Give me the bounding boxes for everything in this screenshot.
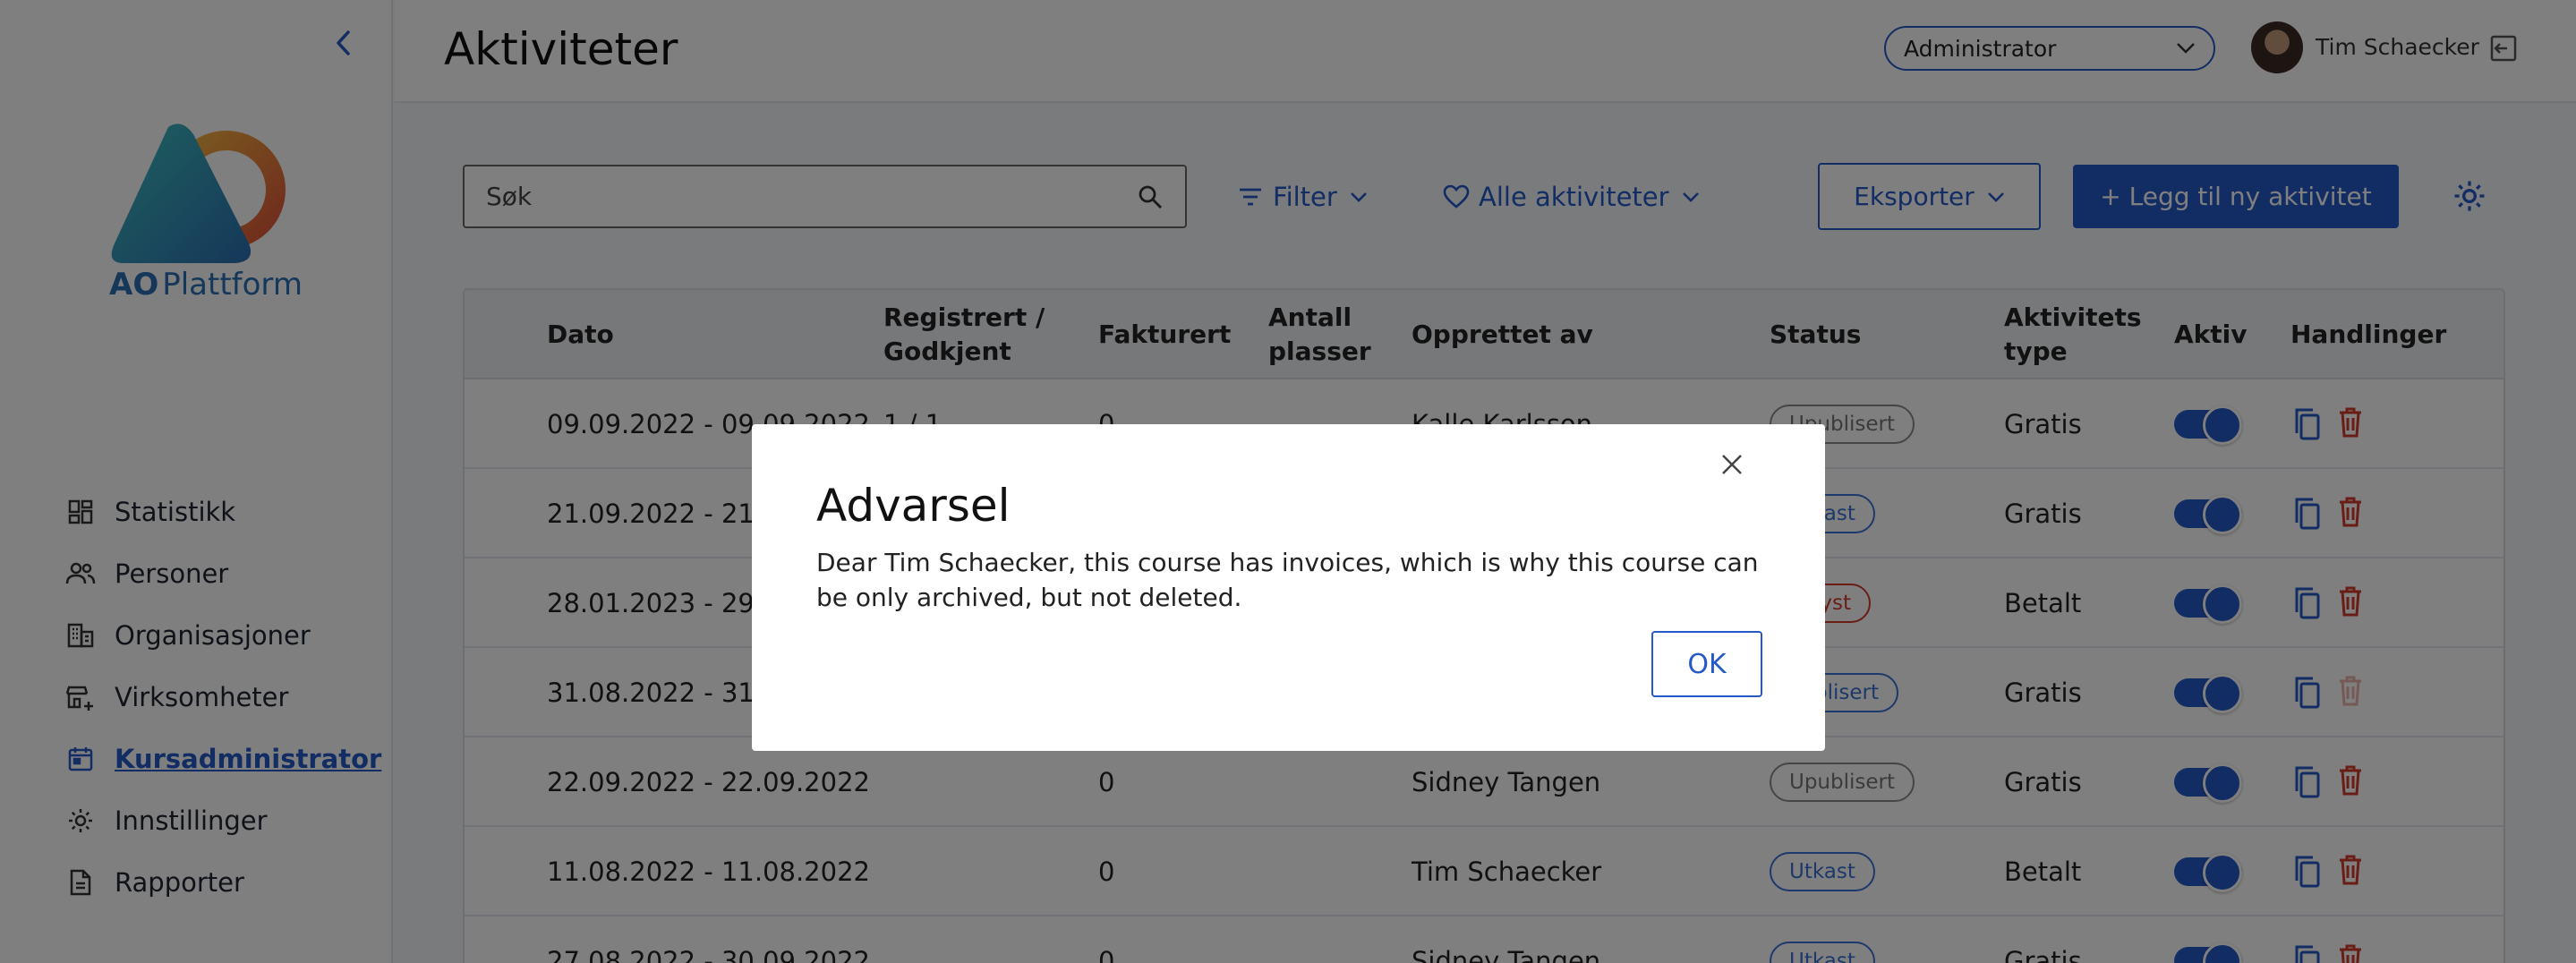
ok-button[interactable]: OK	[1651, 631, 1762, 697]
dialog-message: Dear Tim Schaecker, this course has invo…	[816, 548, 1759, 612]
warning-dialog: Advarsel Dear Tim Schaecker, this course…	[752, 424, 1825, 751]
close-icon[interactable]	[1717, 449, 1747, 480]
dialog-title: Advarsel	[816, 480, 1011, 532]
